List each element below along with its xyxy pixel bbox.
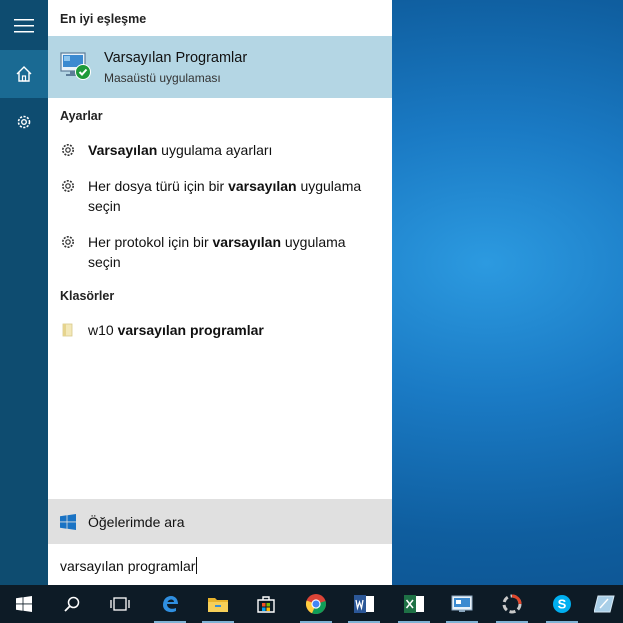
home-button[interactable] xyxy=(0,50,48,98)
app-icon xyxy=(502,594,522,614)
pen-taskbar-button[interactable] xyxy=(586,585,623,623)
skype-icon: S xyxy=(553,595,571,613)
pen-icon xyxy=(593,595,615,613)
search-input[interactable]: varsayılan programlar xyxy=(48,544,392,585)
app-taskbar-button[interactable] xyxy=(488,585,536,623)
taskbar: S xyxy=(0,585,623,623)
task-view-button[interactable] xyxy=(96,585,144,623)
start-rail xyxy=(0,0,48,585)
store-taskbar-button[interactable] xyxy=(242,585,290,623)
control-panel-icon xyxy=(451,595,473,612)
gear-icon xyxy=(62,180,74,192)
search-results-panel: En iyi eşleşme Varsayılan Programlar Mas… xyxy=(48,0,392,585)
excel-taskbar-button[interactable] xyxy=(390,585,438,623)
hamburger-menu-button[interactable] xyxy=(0,2,48,50)
search-icon xyxy=(64,596,80,612)
folders-heading: Klasörler xyxy=(60,289,115,303)
skype-taskbar-button[interactable]: S xyxy=(538,585,586,623)
edge-icon xyxy=(163,596,178,613)
default-programs-icon xyxy=(60,52,91,80)
chrome-icon xyxy=(305,594,326,615)
settings-result-label: Her dosya türü için bir varsayılan uygul… xyxy=(88,178,362,214)
chrome-taskbar-button[interactable] xyxy=(292,585,340,623)
gear-icon xyxy=(17,115,31,129)
folder-icon xyxy=(62,323,73,337)
folder-result-label: w10 varsayılan programlar xyxy=(88,322,264,338)
word-taskbar-button[interactable] xyxy=(340,585,388,623)
word-icon xyxy=(354,595,374,613)
edge-taskbar-button[interactable] xyxy=(146,585,194,623)
settings-heading: Ayarlar xyxy=(60,109,103,123)
control-panel-taskbar-button[interactable] xyxy=(438,585,486,623)
folder-result-1[interactable]: w10 varsayılan programlar xyxy=(48,320,392,342)
best-match-heading: En iyi eşleşme xyxy=(60,12,147,26)
search-taskbar-button[interactable] xyxy=(48,585,96,623)
store-icon xyxy=(257,596,275,613)
best-match-result[interactable]: Varsayılan Programlar Masaüstü uygulamas… xyxy=(48,36,392,98)
start-icon xyxy=(16,596,32,612)
file-explorer-icon xyxy=(208,598,228,612)
settings-result-2[interactable]: Her dosya türü için bir varsayılan uygul… xyxy=(48,176,392,218)
start-button[interactable] xyxy=(0,585,48,623)
text-caret xyxy=(196,557,198,574)
task-view-icon xyxy=(110,597,130,611)
gear-icon xyxy=(62,144,74,156)
settings-result-1[interactable]: Varsayılan uygulama ayarları xyxy=(48,140,392,162)
search-my-stuff-button[interactable]: Öğelerimde ara xyxy=(48,499,392,544)
home-icon xyxy=(16,66,32,82)
best-match-subtitle: Masaüstü uygulaması xyxy=(104,71,221,85)
windows-logo-icon xyxy=(60,514,76,530)
file-explorer-taskbar-button[interactable] xyxy=(194,585,242,623)
settings-button[interactable] xyxy=(0,98,48,146)
gear-icon xyxy=(62,236,74,248)
settings-result-3[interactable]: Her protokol için bir varsayılan uygulam… xyxy=(48,232,392,274)
search-my-stuff-label: Öğelerimde ara xyxy=(88,514,185,530)
best-match-name: Varsayılan Programlar xyxy=(104,50,248,66)
settings-result-label: Her protokol için bir varsayılan uygulam… xyxy=(88,234,346,270)
hamburger-icon xyxy=(14,19,34,33)
excel-icon xyxy=(404,595,424,613)
settings-result-label: Varsayılan uygulama ayarları xyxy=(88,142,273,158)
search-query-text: varsayılan programlar xyxy=(60,558,196,574)
svg-text:S: S xyxy=(558,597,567,612)
